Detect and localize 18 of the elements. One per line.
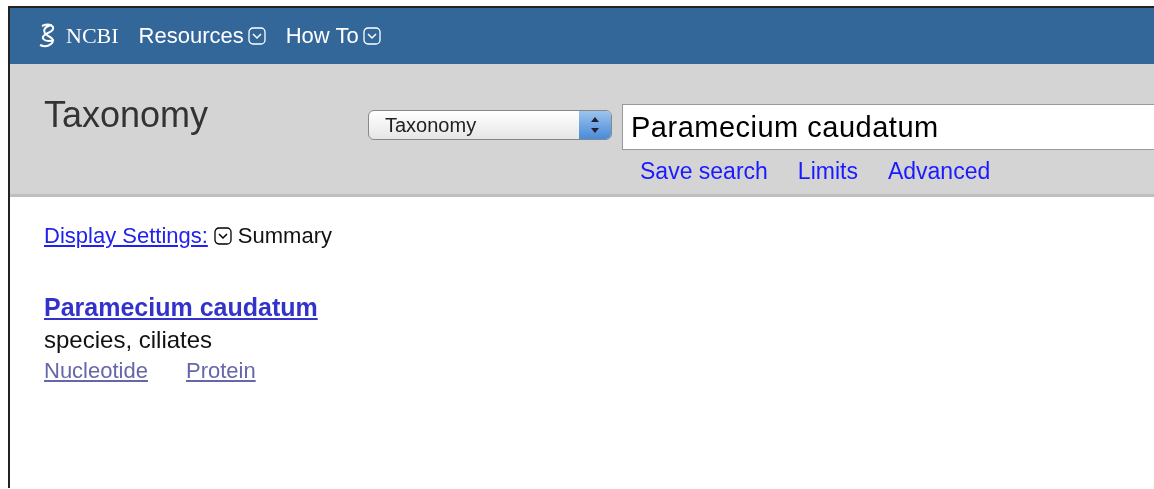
search-option-link[interactable]: Save search: [640, 158, 768, 185]
logo-text: NCBI: [66, 23, 119, 49]
related-db-link[interactable]: Nucleotide: [44, 358, 148, 384]
nav-menu[interactable]: How To: [285, 23, 381, 49]
stepper-icon: [579, 111, 611, 139]
search-option-link[interactable]: Advanced: [887, 158, 991, 185]
ncbi-logo[interactable]: NCBI: [38, 23, 119, 49]
dropdown-icon[interactable]: [213, 227, 232, 245]
display-settings-link[interactable]: Display Settings:: [44, 223, 208, 249]
result-description: species, ciliates: [44, 326, 214, 354]
search-option-link[interactable]: Limits: [797, 158, 858, 185]
search-field[interactable]: Paramecium caudatum: [622, 104, 1154, 150]
page-title: Taxonomy: [44, 94, 210, 137]
display-mode: Summary: [237, 223, 332, 249]
related-db-link[interactable]: Protein: [185, 358, 256, 384]
result-title-link[interactable]: Paramecium caudatum: [44, 293, 318, 321]
nav-menu[interactable]: Resources: [138, 23, 266, 49]
database-select[interactable]: Taxonomy: [368, 110, 612, 140]
